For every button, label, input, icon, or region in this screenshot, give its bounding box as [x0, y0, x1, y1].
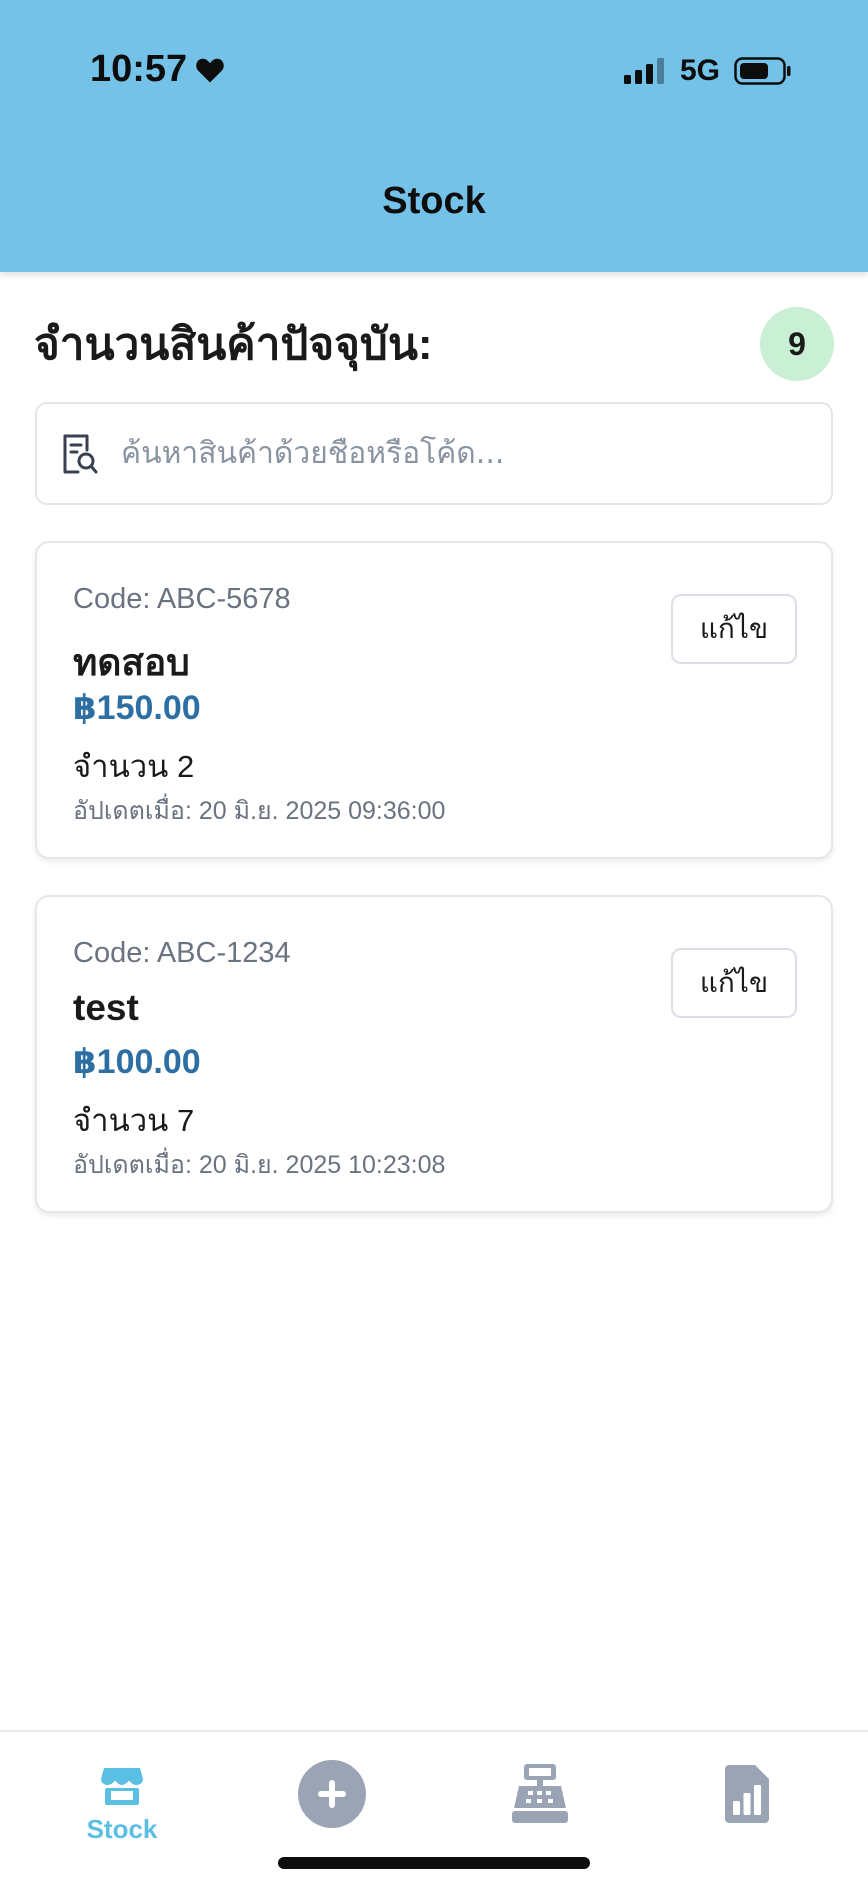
product-code: Code: ABC-5678	[73, 583, 291, 615]
heart-icon	[196, 58, 224, 82]
product-updated-time: อัปเดตเมื่อ: 20 มิ.ย. 2025 10:23:08	[73, 1151, 446, 1179]
add-circle-icon	[298, 1760, 366, 1828]
tab-stock-label: Stock	[86, 1814, 158, 1844]
tab-add-product[interactable]	[262, 1732, 402, 1862]
search-input[interactable]	[121, 436, 801, 471]
product-updated-time: อัปเดตเมื่อ: 20 มิ.ย. 2025 09:36:00	[73, 797, 446, 825]
product-quantity: จำนวน 2	[73, 749, 195, 784]
store-icon	[101, 1768, 143, 1805]
status-right: 5G	[623, 54, 792, 88]
product-price: ฿100.00	[73, 1043, 201, 1081]
stock-count-title: จำนวนสินค้าปัจจุบัน:	[34, 320, 433, 369]
product-code: Code: ABC-1234	[73, 937, 291, 969]
product-price: ฿150.00	[73, 689, 201, 727]
home-indicator	[278, 1857, 590, 1869]
signal-icon	[623, 58, 664, 84]
search-document-icon	[63, 434, 98, 473]
cash-register-icon	[512, 1764, 568, 1823]
product-name: ทดสอบ	[73, 642, 190, 683]
battery-icon	[734, 57, 791, 85]
product-card[interactable]: Code: ABC-1234 test ฿100.00 จำนวน 7 อัปเ…	[35, 895, 833, 1213]
page-title: Stock	[382, 180, 486, 222]
stock-count-badge: 9	[760, 307, 834, 381]
search-bar[interactable]	[35, 402, 833, 505]
network-label: 5G	[679, 54, 720, 87]
tab-stock[interactable]: Stock	[52, 1732, 192, 1862]
status-time: 10:57	[90, 48, 225, 91]
tab-sales[interactable]	[470, 1732, 610, 1862]
stock-count-row: จำนวนสินค้าปัจจุบัน: 9	[34, 307, 834, 381]
edit-button[interactable]: แก้ไข	[671, 594, 797, 664]
edit-button[interactable]: แก้ไข	[671, 948, 797, 1018]
product-name: test	[73, 987, 139, 1028]
app-screen: 10:57 5G Stock จำนวนสินค้าปัจจุบัน: 9 ค้…	[0, 0, 868, 1887]
product-quantity: จำนวน 7	[73, 1103, 195, 1138]
report-chart-icon	[725, 1765, 769, 1823]
status-time-text: 10:57	[90, 48, 188, 90]
tab-report[interactable]	[677, 1732, 817, 1862]
product-card[interactable]: Code: ABC-5678 ทดสอบ ฿150.00 จำนวน 2 อัป…	[35, 541, 833, 859]
header-bar: 10:57 5G Stock	[0, 0, 868, 272]
